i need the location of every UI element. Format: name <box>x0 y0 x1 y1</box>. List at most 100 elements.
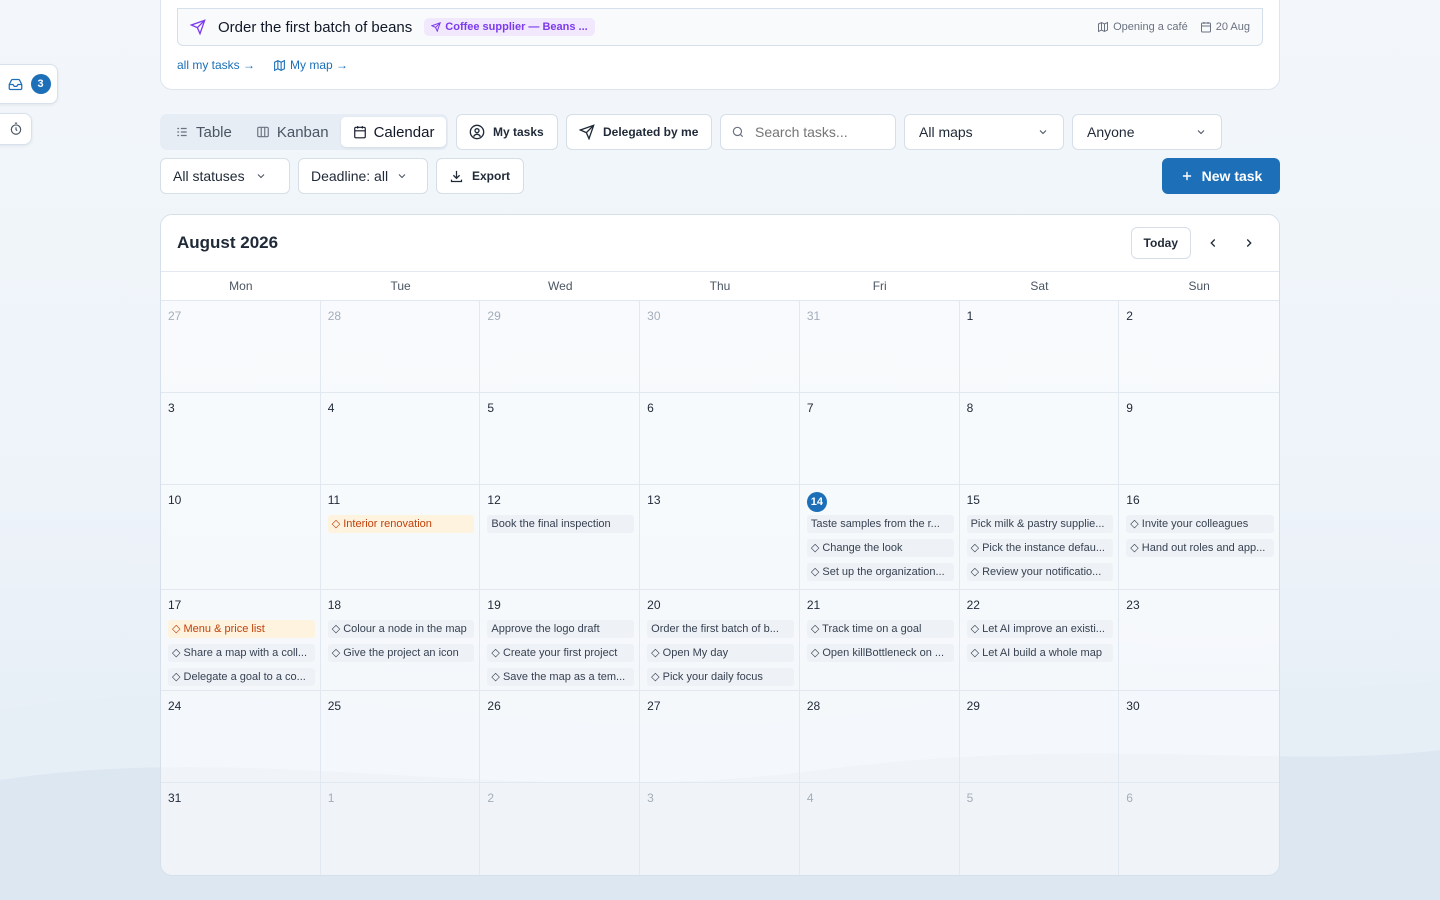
day-cell[interactable]: 6 <box>640 393 800 484</box>
tab-calendar[interactable]: Calendar <box>340 117 447 147</box>
task-chip[interactable]: ◇ Let AI improve an existi... <box>966 620 1114 638</box>
day-cell[interactable]: 30 <box>1119 691 1279 782</box>
day-number: 28 <box>328 307 475 325</box>
day-cell[interactable]: 28 <box>321 301 481 392</box>
day-cell[interactable]: 29 <box>480 301 641 392</box>
day-number-text: 27 <box>168 309 182 323</box>
today-button[interactable]: Today <box>1130 227 1191 259</box>
day-cell[interactable]: 16 ◇ Invite your colleagues ◇ Hand out rol… <box>1119 485 1279 589</box>
task-chip[interactable]: ◇ Hand out roles and app... <box>1126 539 1274 557</box>
day-number-text: 10 <box>168 493 182 507</box>
day-cell[interactable]: 25 <box>321 691 481 782</box>
day-cell[interactable]: 15 Pick milk & pastry supplie... ◇ Pick th… <box>960 485 1120 589</box>
day-cell[interactable]: 1 <box>960 301 1120 392</box>
tab-table[interactable]: Table <box>163 117 244 147</box>
timer-button[interactable] <box>0 113 32 145</box>
previous-month-button[interactable] <box>1199 229 1227 257</box>
task-chip[interactable]: ◇ Open My day <box>647 644 794 662</box>
inbox-button[interactable]: 3 <box>0 64 58 104</box>
day-cell[interactable]: 1 <box>321 783 481 875</box>
task-chip[interactable]: Order the first batch of b... <box>647 620 794 638</box>
task-chip[interactable]: ◇ Pick the instance defau... <box>966 539 1114 557</box>
kanban-icon <box>256 125 270 139</box>
day-cell[interactable]: 12 Book the final inspection <box>480 485 641 589</box>
day-cell[interactable]: 9 <box>1119 393 1279 484</box>
task-chip[interactable]: ◇ Set up the organization... <box>806 563 954 581</box>
deadline-select[interactable]: Deadline: all <box>298 158 428 194</box>
task-chip[interactable]: ◇ Pick your daily focus <box>647 668 794 686</box>
day-cell[interactable]: 2 <box>480 783 641 875</box>
task-chip[interactable]: ◇ Interior renovation <box>327 515 475 533</box>
search-input[interactable] <box>755 124 885 140</box>
day-cell[interactable]: 29 <box>960 691 1120 782</box>
goal-tag[interactable]: Coffee supplier — Beans ... <box>424 18 595 36</box>
day-cell[interactable]: 11 ◇ Interior renovation <box>321 485 481 589</box>
day-cell[interactable]: 22 ◇ Let AI improve an existi... ◇ Let AI … <box>960 590 1120 690</box>
day-number: 31 <box>807 307 954 325</box>
task-chip[interactable]: Taste samples from the r... <box>806 515 954 533</box>
task-chip[interactable]: ◇ Track time on a goal <box>806 620 954 638</box>
task-chip[interactable]: ◇ Delegate a goal to a co... <box>168 668 315 686</box>
chevron-right-icon <box>1242 236 1256 250</box>
task-chip[interactable]: ◇ Review your notificatio... <box>966 563 1114 581</box>
my-tasks-label: My tasks <box>493 125 544 139</box>
day-cell[interactable]: 3 <box>161 393 321 484</box>
new-task-button[interactable]: New task <box>1162 158 1280 194</box>
chevron-down-icon <box>1195 126 1207 138</box>
task-chip[interactable]: ◇ Menu & price list <box>168 620 315 638</box>
day-cell[interactable]: 20 Order the first batch of b... ◇ Open My… <box>640 590 800 690</box>
day-cell[interactable]: 27 <box>161 301 321 392</box>
day-cell[interactable]: 31 <box>800 301 960 392</box>
day-cell[interactable]: 28 <box>800 691 960 782</box>
day-cell[interactable]: 27 <box>640 691 800 782</box>
task-chip[interactable]: ◇ Share a map with a coll... <box>168 644 315 662</box>
next-month-button[interactable] <box>1235 229 1263 257</box>
maps-select[interactable]: All maps <box>904 114 1064 150</box>
day-cell[interactable]: 30 <box>640 301 800 392</box>
day-cell[interactable]: 18 ◇ Colour a node in the map ◇ Give the p… <box>321 590 481 690</box>
all-my-tasks-link[interactable]: all my tasks → <box>177 58 255 72</box>
day-cell[interactable]: 21 ◇ Track time on a goal ◇ Open killBottl… <box>800 590 960 690</box>
day-cell[interactable]: 17 ◇ Menu & price list ◇ Share a map with … <box>161 590 321 690</box>
day-cell[interactable]: 4 <box>321 393 481 484</box>
day-cell[interactable]: 5 <box>480 393 641 484</box>
day-number-text: 28 <box>327 309 342 323</box>
day-cell[interactable]: 13 <box>640 485 800 589</box>
day-cell[interactable]: 31 <box>161 783 321 875</box>
day-cell[interactable]: 26 <box>480 691 641 782</box>
tab-kanban[interactable]: Kanban <box>244 117 341 147</box>
task-chip[interactable]: ◇ Change the look <box>806 539 954 557</box>
day-cell[interactable]: 4 <box>800 783 960 875</box>
task-chip[interactable]: Book the final inspection <box>487 515 635 533</box>
day-cell[interactable]: 3 <box>640 783 800 875</box>
status-select[interactable]: All statuses <box>160 158 290 194</box>
task-chip[interactable]: ◇ Give the project an icon <box>327 644 475 662</box>
delegated-by-me-button[interactable]: Delegated by me <box>566 114 712 150</box>
task-chip[interactable]: ◇ Create your first project <box>487 644 635 662</box>
day-cell[interactable]: 5 <box>960 783 1120 875</box>
task-row[interactable]: Order the first batch of beans Coffee su… <box>177 8 1263 46</box>
weekday-label: Tue <box>390 279 411 293</box>
task-chip[interactable]: Approve the logo draft <box>487 620 635 638</box>
day-number-text: 11 <box>327 493 341 507</box>
day-cell[interactable]: 2 <box>1119 301 1279 392</box>
task-chip[interactable]: ◇ Colour a node in the map <box>327 620 475 638</box>
my-tasks-button[interactable]: My tasks <box>456 114 558 150</box>
export-button[interactable]: Export <box>436 158 524 194</box>
day-cell[interactable]: 7 <box>800 393 960 484</box>
day-cell[interactable]: 24 <box>161 691 321 782</box>
task-chip[interactable]: Pick milk & pastry supplie... <box>966 515 1114 533</box>
day-cell-today[interactable]: 14 Taste samples from the r... ◇ Change th… <box>800 485 960 589</box>
task-chip[interactable]: ◇ Invite your colleagues <box>1126 515 1274 533</box>
day-number: 29 <box>967 697 1114 715</box>
day-cell[interactable]: 8 <box>960 393 1120 484</box>
my-map-link[interactable]: My map → <box>273 58 348 72</box>
assignee-select[interactable]: Anyone <box>1072 114 1222 150</box>
day-cell[interactable]: 19 Approve the logo draft ◇ Create your fi… <box>480 590 641 690</box>
day-cell[interactable]: 23 <box>1119 590 1279 690</box>
day-cell[interactable]: 6 <box>1119 783 1279 875</box>
day-cell[interactable]: 10 <box>161 485 321 589</box>
task-chip[interactable]: ◇ Let AI build a whole map <box>966 644 1114 662</box>
task-chip[interactable]: ◇ Save the map as a tem... <box>487 668 635 686</box>
task-chip[interactable]: ◇ Open killBottleneck on ... <box>806 644 954 662</box>
